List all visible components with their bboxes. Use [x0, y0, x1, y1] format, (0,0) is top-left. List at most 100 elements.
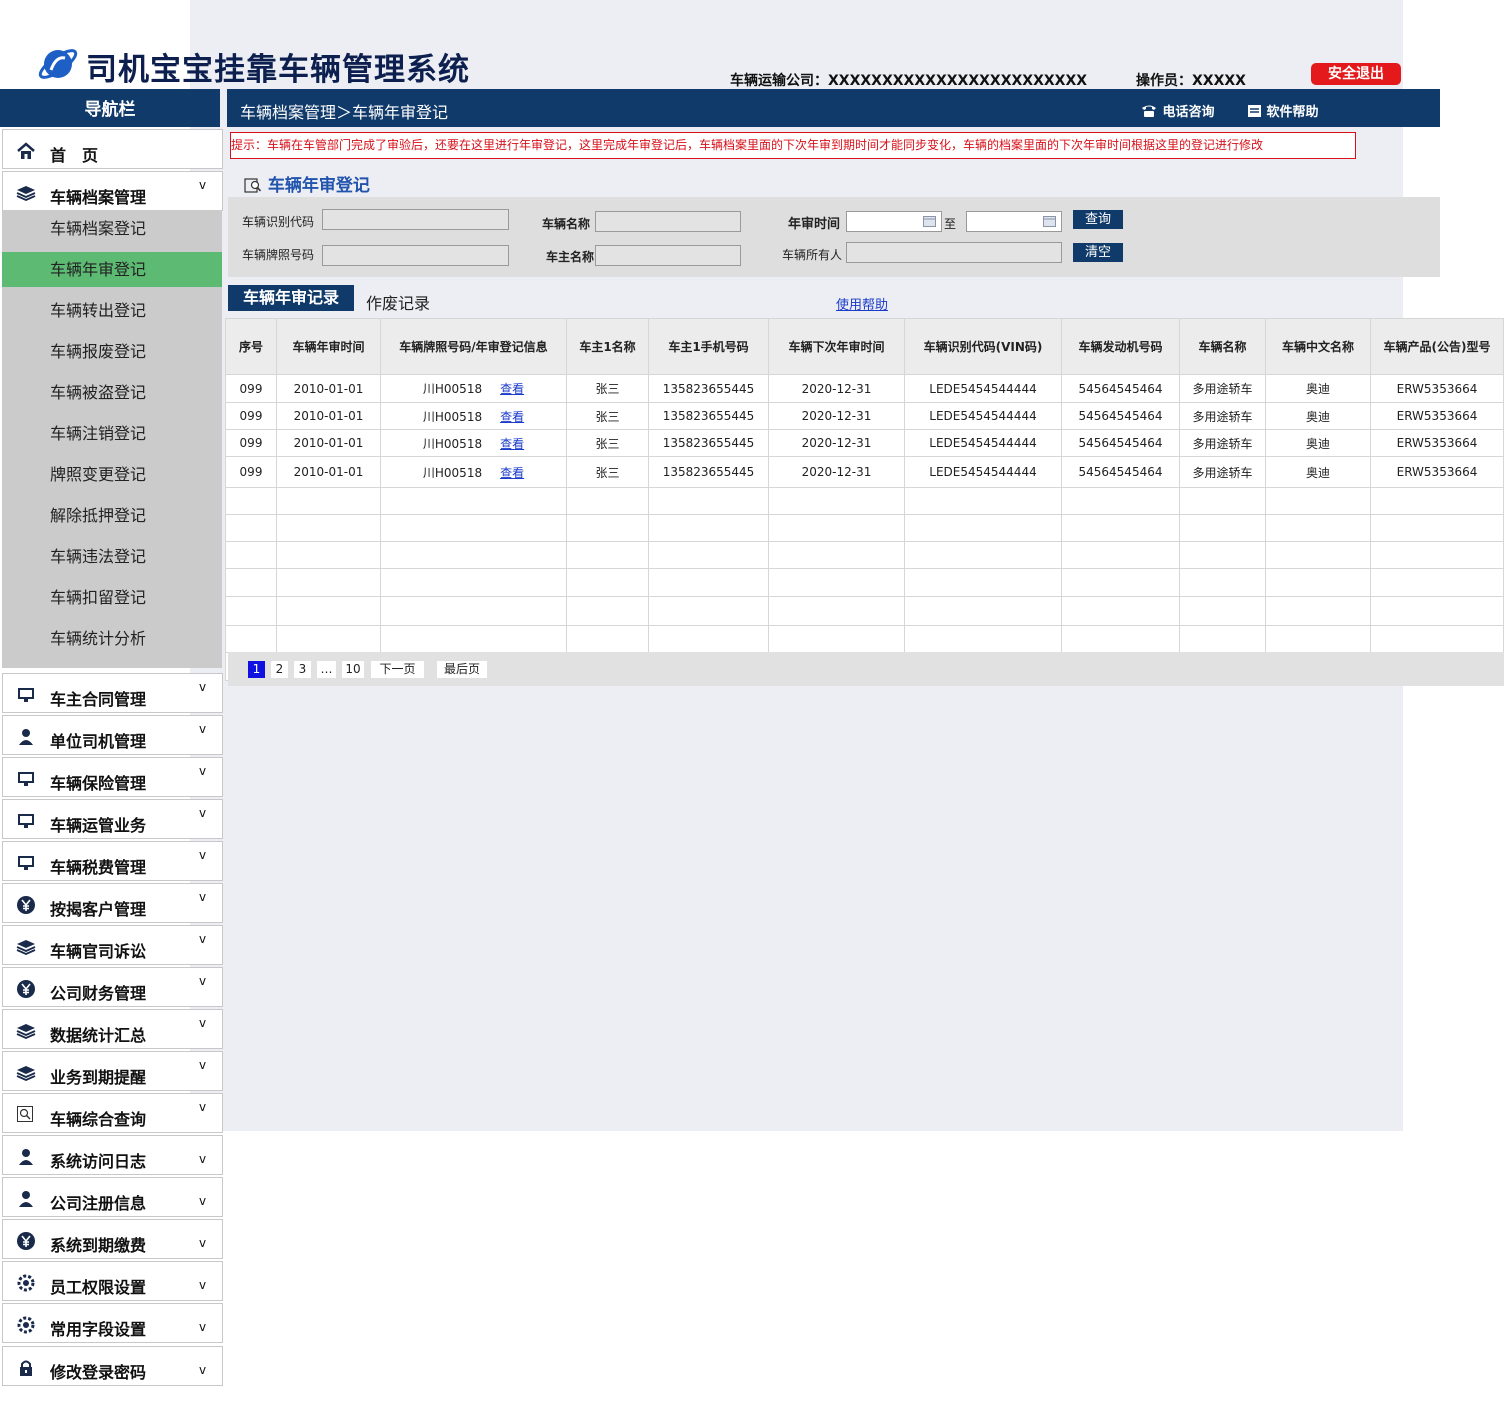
section-title-text: 车辆年审登记 [267, 176, 370, 196]
review-date-from-input[interactable] [846, 211, 942, 232]
view-link[interactable]: 查看 [500, 437, 524, 451]
logout-button[interactable]: 安全退出 [1311, 63, 1401, 85]
plate-input[interactable] [322, 245, 509, 266]
sidebar-item-1[interactable]: 车主合同管理 v [2, 673, 223, 713]
sidebar-item-7[interactable]: 车辆官司诉讼 v [2, 925, 223, 965]
sidebar-subitem-label: 车辆转出登记 [50, 301, 147, 320]
sidebar-item-label: 修改登录密码 [50, 1363, 147, 1382]
usage-help-link[interactable]: 使用帮助 [836, 294, 888, 313]
sidebar-subitem[interactable]: 车辆统计分析 [2, 621, 222, 656]
sidebar-item-label: 车辆综合查询 [50, 1110, 147, 1129]
view-link[interactable]: 查看 [500, 410, 524, 424]
table-cell: 135823655445 [648, 374, 769, 403]
page-button[interactable]: 3 [294, 661, 311, 678]
sidebar-item-2[interactable]: 单位司机管理 v [2, 715, 223, 755]
software-help-button[interactable]: 软件帮助 [1247, 101, 1319, 120]
table-cell: 川H00518 查看 [380, 402, 567, 430]
column-header: 车辆识别代码(VIN码) [904, 318, 1062, 375]
page-button[interactable]: 2 [271, 661, 288, 678]
sidebar-item-12[interactable]: 系统访问日志 v [2, 1135, 223, 1175]
sidebar-subitem-label: 牌照变更登记 [50, 465, 147, 484]
sidebar-subitem[interactable]: 车辆年审登记 [2, 252, 222, 287]
sidebar-item-10[interactable]: 业务到期提醒 v [2, 1051, 223, 1091]
sidebar-subitem[interactable]: 车辆报废登记 [2, 334, 222, 369]
tab-review-records[interactable]: 车辆年审记录 [228, 285, 354, 311]
sidebar-item-label: 车辆税费管理 [50, 858, 147, 877]
sidebar-item-archive[interactable]: 车辆档案管理 v [2, 171, 223, 211]
software-help-label: 软件帮助 [1266, 105, 1319, 120]
layers-icon [16, 1066, 36, 1081]
vehicle-name-input[interactable] [595, 211, 741, 232]
table-cell: ERW5353664 [1370, 402, 1504, 430]
sidebar-item-label: 公司财务管理 [50, 984, 147, 1003]
empty-cell [225, 625, 277, 653]
table-cell: LEDE5454544444 [904, 456, 1062, 488]
empty-cell [1179, 514, 1266, 542]
empty-cell [380, 541, 567, 569]
sidebar-subitem[interactable]: 解除抵押登记 [2, 498, 222, 533]
vin-input[interactable] [322, 209, 509, 230]
empty-cell [1370, 541, 1504, 569]
app-title: 司机宝宝挂靠车辆管理系统 [86, 52, 470, 88]
table-cell: 2010-01-01 [276, 402, 381, 430]
sidebar-item-11[interactable]: 车辆综合查询 v [2, 1093, 223, 1133]
calendar-icon[interactable] [923, 216, 936, 227]
page-button[interactable]: 1 [248, 661, 265, 678]
query-button[interactable]: 查询 [1073, 210, 1123, 229]
empty-cell [380, 596, 567, 626]
calendar-icon[interactable] [1043, 216, 1056, 227]
table-cell: 多用途轿车 [1179, 456, 1266, 488]
sidebar-subitem[interactable]: 车辆注销登记 [2, 416, 222, 451]
sidebar-item-16[interactable]: 常用字段设置 v [2, 1303, 223, 1343]
sidebar-subitem[interactable]: 车辆转出登记 [2, 293, 222, 328]
empty-cell [904, 568, 1062, 597]
empty-cell [1061, 541, 1180, 569]
to-label: 至 [944, 217, 957, 231]
chevron-down-icon: v [199, 974, 207, 988]
view-link[interactable]: 查看 [500, 466, 524, 480]
user-icon [19, 1191, 33, 1207]
phone-icon [1142, 105, 1156, 117]
tab-void-records[interactable]: 作废记录 [366, 290, 430, 314]
hint-message: 提示：车辆在车管部门完成了审验后，还要在这里进行年审登记，这里完成年审登记后，车… [230, 132, 1356, 159]
empty-cell [225, 568, 277, 597]
sidebar-item-label: 车主合同管理 [50, 690, 147, 709]
page-button[interactable]: 10 [342, 661, 364, 678]
sidebar-item-15[interactable]: 员工权限设置 v [2, 1261, 223, 1301]
chevron-down-icon: v [199, 932, 207, 946]
sidebar-subitem-label: 车辆注销登记 [50, 424, 147, 443]
chevron-down-icon: v [199, 1194, 207, 1208]
sidebar-item-14[interactable]: 系统到期缴费 v [2, 1219, 223, 1259]
sidebar-item-4[interactable]: 车辆运管业务 v [2, 799, 223, 839]
sidebar-item-9[interactable]: 数据统计汇总 v [2, 1009, 223, 1049]
sidebar-subitem[interactable]: 牌照变更登记 [2, 457, 222, 492]
phone-consult-button[interactable]: 电话咨询 [1140, 101, 1215, 120]
sidebar-item-6[interactable]: 按揭客户管理 v [2, 883, 223, 923]
plate-text: 川H00518 [422, 465, 483, 480]
sidebar-subitem[interactable]: 车辆档案登记 [2, 211, 222, 246]
table-cell: 奥迪 [1265, 456, 1371, 488]
owner-name-input[interactable] [595, 245, 741, 266]
sidebar-subitem[interactable]: 车辆被盗登记 [2, 375, 222, 410]
home-icon [17, 142, 35, 159]
next-page-button[interactable]: 下一页 [371, 661, 424, 678]
sidebar-item-8[interactable]: 公司财务管理 v [2, 967, 223, 1007]
sidebar-item-home[interactable]: 首 页 [2, 129, 223, 169]
view-link[interactable]: 查看 [500, 382, 524, 396]
sidebar-subitem[interactable]: 车辆扣留登记 [2, 580, 222, 615]
sidebar-item-5[interactable]: 车辆税费管理 v [2, 841, 223, 881]
chevron-down-icon: v [199, 1363, 207, 1377]
vehicle-holder-input[interactable] [846, 242, 1062, 263]
table-cell: LEDE5454544444 [904, 429, 1062, 457]
review-date-to-input[interactable] [966, 211, 1062, 232]
sidebar-subitem[interactable]: 车辆违法登记 [2, 539, 222, 574]
chevron-down-icon: v [199, 680, 207, 694]
sidebar-item-3[interactable]: 车辆保险管理 v [2, 757, 223, 797]
sidebar-item-13[interactable]: 公司注册信息 v [2, 1177, 223, 1217]
last-page-button[interactable]: 最后页 [437, 661, 487, 678]
empty-cell [380, 487, 567, 515]
empty-cell [1370, 596, 1504, 626]
sidebar-item-17[interactable]: 修改登录密码 v [2, 1346, 223, 1386]
chevron-down-icon: v [199, 806, 207, 820]
clear-button[interactable]: 清空 [1073, 243, 1123, 262]
